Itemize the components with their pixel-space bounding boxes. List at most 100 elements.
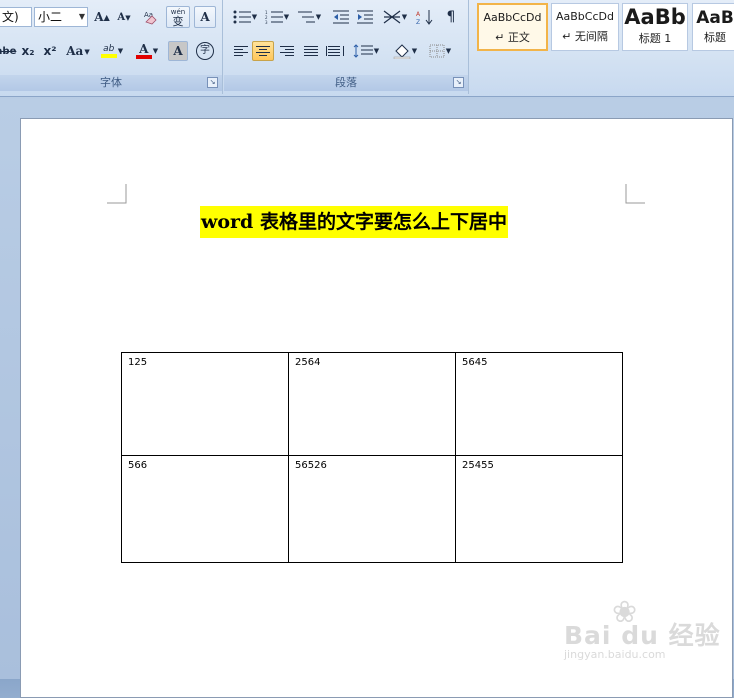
clear-format-button[interactable]: Aa [140,7,162,27]
justify-icon [304,46,318,56]
table-cell[interactable]: 125 [121,352,289,456]
style-normal-name: ↵ 正文 [495,31,530,44]
table-row: 125 2564 5645 [121,352,623,456]
grow-font-button[interactable]: A ▲ [92,7,112,27]
style-no-spacing-preview: AaBbCcDd [556,10,614,23]
highlighter-icon: ab [100,44,117,58]
style-heading-1-name: 标题 1 [638,32,672,45]
borders-button[interactable]: ▼ [424,41,456,61]
ribbon: 文) 小二 ▼ A▲ A▼ Aa wén 变 A abe x₂ x² [0,0,734,97]
table-cell[interactable]: 2564 [288,352,456,456]
paragraph-group-label: 段落 [224,75,468,91]
document-table[interactable]: 125 2564 5645 566 56526 25455 [121,352,623,563]
char-border-label: A [200,10,210,24]
bullets-button[interactable]: ▼ [230,7,260,27]
table-cell[interactable]: 56526 [288,455,456,563]
shrink-font-button[interactable]: A ▼ [114,7,134,27]
margin-corner-mark-left [107,184,127,204]
font-color-label: A [139,42,149,56]
align-right-button[interactable] [276,41,298,61]
baidu-jingyan-watermark: ❀ Bai du 经验 jingyan.baidu.com [562,598,727,663]
eraser-icon: Aa [144,11,157,25]
watermark-main-text: Bai du 经验 [564,621,721,650]
distributed-button[interactable] [324,41,346,61]
table-cell[interactable]: 566 [121,455,289,563]
style-heading-1-preview: AaBb [624,5,686,29]
line-spacing-button[interactable]: ▼ [350,41,382,61]
align-left-icon [234,46,248,56]
subscript-button[interactable]: x₂ [18,41,38,61]
align-center-icon [256,46,270,56]
sort-button[interactable]: AZ [414,7,436,27]
sort-icon: AZ [416,10,433,25]
style-heading-preview: AaB [696,8,734,28]
strikethrough-label: abe [0,45,17,57]
font-color-button[interactable]: A ▼ [132,40,162,62]
strikethrough-button[interactable]: abe [0,41,16,61]
style-heading[interactable]: AaB 标题 [692,3,734,51]
chevron-down-icon: ▼ [373,47,380,55]
distributed-icon [326,46,344,56]
font-group-label: 字体 [0,75,222,91]
down-arrow-icon: ▼ [125,12,131,22]
borders-icon [429,44,445,58]
chevron-down-icon: ▼ [84,46,90,56]
up-arrow-icon: ▲ [103,12,110,22]
enclose-char-button[interactable]: 字 [194,41,216,61]
font-name-combo[interactable]: 文) [0,7,32,27]
svg-text:3: 3 [265,20,268,24]
superscript-button[interactable]: x² [40,41,60,61]
change-case-label: Aa [66,44,84,58]
char-border-button[interactable]: A [194,6,216,28]
phonetic-char: 变 [172,15,184,28]
superscript-label: x² [43,44,57,58]
pilcrow-icon: ¶ [446,9,456,25]
decrease-indent-button[interactable] [330,7,352,27]
chevron-down-icon: ▼ [411,47,418,55]
show-marks-button[interactable]: ¶ [440,7,462,27]
chevron-down-icon: ▼ [315,13,322,21]
chevron-down-icon: ▼ [78,12,85,21]
bullets-icon [233,10,251,24]
style-no-spacing-name: ↵ 无间隔 [562,30,608,43]
increase-indent-button[interactable] [354,7,376,27]
multilevel-list-icon [297,11,315,23]
char-shading-button[interactable]: A [168,41,188,61]
style-no-spacing[interactable]: AaBbCcDd ↵ 无间隔 [551,3,619,51]
style-normal-preview: AaBbCcDd [483,11,542,24]
align-left-button[interactable] [230,41,252,61]
font-dialog-launcher-icon[interactable]: ↘ [207,77,218,88]
paragraph-group: ▼ 1 2 3 ▼ ▼ ▼ AZ ¶ ▼ ▼ ▼ 段落 ↘ [224,0,469,94]
font-name-value: 文) [2,10,19,24]
justify-button[interactable] [300,41,322,61]
font-size-combo[interactable]: 小二 ▼ [34,7,88,27]
chevron-down-icon: ▼ [251,13,258,21]
margin-corner-mark-right [625,184,645,204]
chevron-down-icon: ▼ [401,13,408,21]
multilevel-list-button[interactable]: ▼ [294,7,324,27]
grow-font-label: A [94,10,104,24]
style-heading-1[interactable]: AaBb 标题 1 [622,3,688,51]
enclose-char-icon: 字 [196,42,214,60]
table-cell[interactable]: 25455 [455,455,623,563]
chinese-layout-button[interactable]: ▼ [380,7,410,27]
paragraph-dialog-launcher-icon[interactable]: ↘ [453,77,464,88]
numbering-button[interactable]: 1 2 3 ▼ [262,7,292,27]
chevron-down-icon: ▼ [445,47,452,55]
increase-indent-icon [357,10,373,24]
table-row: 566 56526 25455 [121,455,623,563]
highlight-button[interactable]: ab ▼ [96,40,128,62]
document-title[interactable]: word 表格里的文字要怎么上下居中 [200,206,508,238]
font-color-icon: A [135,42,152,59]
change-case-button[interactable]: Aa ▼ [64,41,92,61]
shading-button[interactable]: ▼ [388,41,422,61]
watermark-sub-text: jingyan.baidu.com [564,648,666,661]
align-center-button[interactable] [252,41,274,61]
chinese-layout-icon [383,10,401,24]
table-cell[interactable]: 5645 [455,352,623,456]
phonetic-guide-button[interactable]: wén 变 [166,6,190,28]
line-spacing-icon [353,44,373,58]
style-normal[interactable]: AaBbCcDd ↵ 正文 [477,3,548,51]
chevron-down-icon: ▼ [152,47,159,55]
font-color-bar [135,55,152,59]
